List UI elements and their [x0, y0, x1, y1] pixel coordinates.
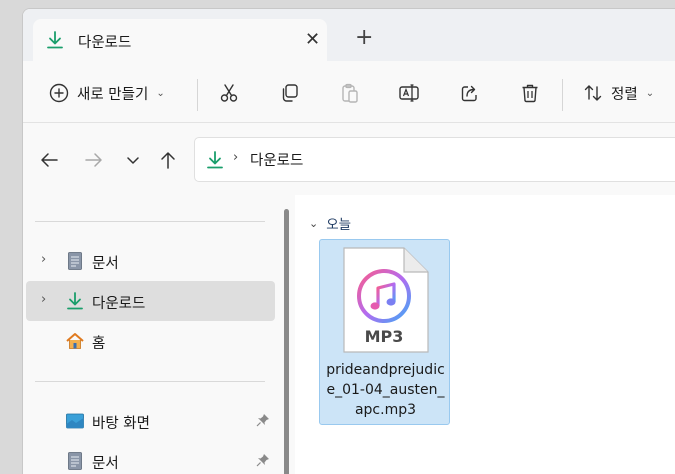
new-tab-button[interactable]: + — [355, 27, 373, 49]
command-bar: 새로 만들기 ⌄ 정렬 ⌄ — [23, 61, 675, 123]
cut-icon — [220, 84, 238, 102]
forward-arrow-icon[interactable] — [83, 149, 105, 171]
address-row: › 다운로드 — [23, 123, 675, 195]
nav-divider — [35, 381, 265, 382]
paste-button[interactable] — [339, 79, 361, 107]
nav-scrollbar[interactable] — [284, 209, 289, 474]
chevron-down-icon: ⌄ — [645, 87, 655, 99]
sort-button[interactable]: 정렬 ⌄ — [582, 79, 654, 107]
close-tab-icon[interactable]: ✕ — [305, 29, 320, 50]
rename-icon — [399, 84, 419, 102]
file-name: prideandprejudice_01-04_austen_apc.mp3 — [326, 362, 445, 418]
expand-chevron-icon[interactable]: › — [41, 292, 46, 307]
expand-chevron-icon[interactable]: › — [41, 252, 46, 267]
plus-circle-icon — [49, 83, 69, 103]
recent-locations-chevron-icon[interactable] — [122, 149, 144, 171]
delete-icon — [522, 84, 538, 103]
pin-icon[interactable] — [256, 413, 270, 427]
address-bar[interactable]: › 다운로드 — [194, 137, 675, 182]
mp3-file-icon: MP3 — [343, 247, 429, 353]
nav-item-documents-quick[interactable]: 문서 — [26, 441, 275, 474]
pin-icon[interactable] — [256, 453, 270, 467]
tab-title: 다운로드 — [78, 35, 132, 51]
download-icon — [207, 151, 223, 169]
tab-strip: 다운로드 ✕ + — [23, 9, 675, 61]
delete-button[interactable] — [519, 79, 541, 107]
back-arrow-icon[interactable] — [38, 149, 60, 171]
nav-item-documents[interactable]: › 문서 — [26, 241, 275, 281]
group-header-today[interactable]: ⌄ 오늘 — [309, 213, 352, 234]
file-type-badge: MP3 — [365, 327, 404, 346]
copy-button[interactable] — [279, 79, 301, 107]
nav-item-desktop[interactable]: 바탕 화면 — [26, 401, 275, 441]
nav-item-label: 문서 — [92, 456, 119, 472]
sort-button-label: 정렬 — [611, 86, 638, 103]
nav-item-home[interactable]: 홈 — [26, 321, 275, 361]
file-item[interactable]: MP3 prideandprejudice_01-04_austen_apc.m… — [319, 239, 450, 425]
download-icon — [67, 292, 83, 310]
home-icon — [66, 333, 84, 349]
sort-icon — [584, 85, 602, 101]
chevron-down-icon: ⌄ — [309, 216, 319, 230]
nav-item-label: 문서 — [92, 256, 119, 272]
toolbar-divider — [197, 79, 198, 111]
file-explorer-window: 다운로드 ✕ + 새로 만들기 ⌄ 정렬 ⌄ › 다운로드 › 문서 › 다운로… — [22, 8, 675, 474]
share-button[interactable] — [459, 79, 481, 107]
cut-button[interactable] — [218, 79, 240, 107]
desktop-icon — [66, 413, 84, 429]
rename-button[interactable] — [398, 79, 420, 107]
nav-item-label: 다운로드 — [92, 296, 146, 312]
nav-item-downloads[interactable]: › 다운로드 — [26, 281, 275, 321]
document-icon — [68, 452, 82, 470]
download-icon — [47, 31, 63, 49]
nav-divider — [35, 221, 265, 222]
new-button-label: 새로 만들기 — [77, 86, 149, 103]
paste-icon — [342, 83, 358, 103]
nav-item-label: 홈 — [92, 336, 106, 352]
document-icon — [68, 252, 82, 270]
copy-icon — [282, 84, 298, 102]
share-icon — [461, 85, 477, 102]
up-arrow-icon[interactable] — [157, 149, 179, 171]
tab-downloads[interactable]: 다운로드 ✕ — [33, 19, 327, 61]
group-label: 오늘 — [326, 217, 352, 233]
new-button[interactable]: 새로 만들기 ⌄ — [48, 79, 165, 107]
navigation-pane: › 문서 › 다운로드 홈 바탕 화면 문서 — [23, 195, 283, 474]
breadcrumb-downloads[interactable]: 다운로드 — [250, 149, 303, 170]
file-list: ⌄ 오늘 MP3 prideandprejudice_01-04_austen_… — [295, 195, 675, 474]
nav-item-label: 바탕 화면 — [92, 416, 150, 432]
breadcrumb-chevron-icon[interactable]: › — [233, 150, 238, 165]
chevron-down-icon: ⌄ — [156, 87, 165, 99]
toolbar-divider — [562, 79, 563, 111]
